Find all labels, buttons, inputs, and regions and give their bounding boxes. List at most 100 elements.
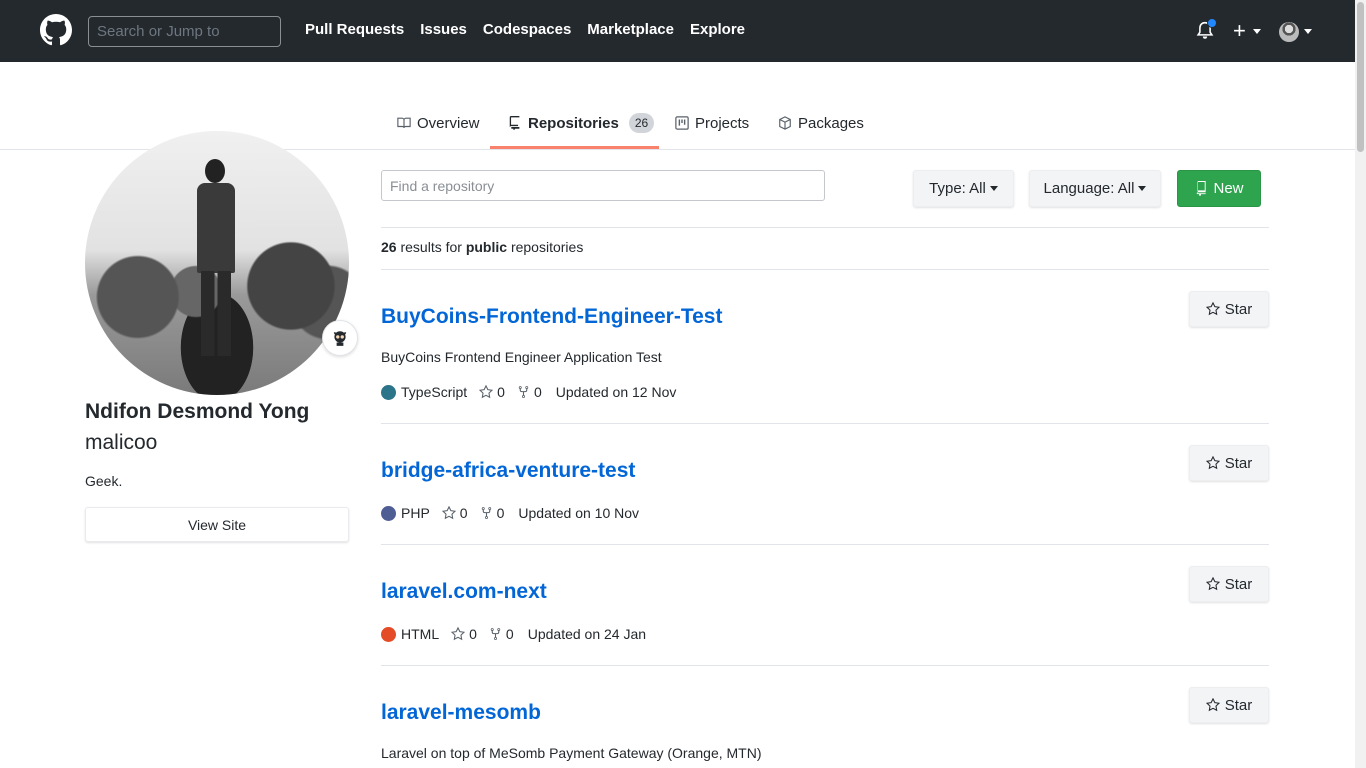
project-icon <box>675 116 689 130</box>
tab-overview[interactable]: Overview <box>397 112 480 134</box>
repo-icon <box>509 116 520 130</box>
tab-repositories-label: Repositories <box>528 114 619 132</box>
divider <box>381 269 1269 270</box>
type-chevron-down-icon <box>989 186 998 191</box>
tab-packages-label: Packages <box>798 114 864 132</box>
nav-codespaces[interactable]: Codespaces <box>483 21 571 38</box>
repo-updated: Updated on 10 Nov <box>518 505 640 521</box>
repo-language: HTML <box>401 626 440 642</box>
top-header: Pull Requests Issues Codespaces Marketpl… <box>0 0 1366 62</box>
tab-packages[interactable]: Packages <box>778 112 864 134</box>
repo-name-link[interactable]: laravel-mesomb <box>381 701 541 725</box>
create-new-plus-icon[interactable]: + <box>1233 20 1246 42</box>
star-label: Star <box>1224 575 1253 593</box>
divider <box>381 423 1269 424</box>
star-button[interactable]: Star <box>1189 291 1269 327</box>
nav-explore[interactable]: Explore <box>690 21 745 38</box>
notification-dot-icon <box>1207 18 1217 28</box>
profile-avatar <box>85 131 349 395</box>
profile-username: malicoo <box>85 431 158 454</box>
create-chevron-down-icon[interactable] <box>1253 29 1261 34</box>
find-repository-input[interactable] <box>381 170 825 201</box>
global-search-input[interactable] <box>88 16 281 47</box>
repo-language: PHP <box>401 505 430 521</box>
repo-forks[interactable]: 0 <box>489 626 514 642</box>
language-color-dot <box>381 505 396 521</box>
divider <box>381 544 1269 545</box>
repo-icon <box>1196 181 1207 196</box>
tab-projects-label: Projects <box>695 114 750 132</box>
package-icon <box>779 116 791 130</box>
repo-forks-count: 0 <box>496 505 505 521</box>
repo-stars[interactable]: 0 <box>451 626 477 642</box>
repo-meta: HTML 0 0 Updated on 24 Jan <box>381 626 646 642</box>
star-icon <box>441 506 456 520</box>
header-nav: Pull Requests Issues Codespaces Marketpl… <box>305 21 745 38</box>
repo-forks[interactable]: 0 <box>517 384 542 400</box>
repo-stars-count: 0 <box>459 505 468 521</box>
language-chevron-down-icon <box>1138 186 1147 191</box>
nav-issues[interactable]: Issues <box>420 21 467 38</box>
new-repository-label: New <box>1213 180 1244 197</box>
language-color-dot <box>381 626 396 642</box>
star-icon <box>451 627 466 641</box>
repo-forks[interactable]: 0 <box>480 505 505 521</box>
octocat-status-icon <box>333 331 347 346</box>
status-badge[interactable] <box>322 320 358 356</box>
repo-forks-count: 0 <box>505 626 514 642</box>
github-logo-icon[interactable] <box>40 14 72 46</box>
repo-forks-count: 0 <box>533 384 542 400</box>
star-icon <box>1205 456 1220 470</box>
repo-description: Laravel on top of MeSomb Payment Gateway… <box>381 745 762 761</box>
star-icon <box>479 385 494 399</box>
results-text-a: results for <box>396 239 466 255</box>
results-count: 26 <box>381 239 397 255</box>
star-button[interactable]: Star <box>1189 566 1269 602</box>
language-color-dot <box>381 384 396 400</box>
language-filter-label: Language: All <box>1043 180 1135 197</box>
results-visibility: public <box>465 239 508 255</box>
results-text-b: repositories <box>507 239 584 255</box>
fork-icon <box>481 507 491 519</box>
tab-overview-label: Overview <box>417 114 480 132</box>
avatar-person <box>197 159 235 359</box>
divider <box>381 665 1269 666</box>
repo-stars[interactable]: 0 <box>441 505 468 521</box>
repo-meta: TypeScript 0 0 Updated on 12 Nov <box>381 384 676 400</box>
fork-icon <box>490 628 501 640</box>
profile-bio: Geek. <box>85 473 123 489</box>
user-avatar-menu[interactable] <box>1279 22 1299 42</box>
profile-full-name: Ndifon Desmond Yong <box>85 400 310 423</box>
repo-name-link[interactable]: BuyCoins-Frontend-Engineer-Test <box>381 305 722 329</box>
star-label: Star <box>1224 300 1253 318</box>
type-filter-label: Type: All <box>929 180 986 197</box>
star-button[interactable]: Star <box>1189 687 1269 723</box>
repo-stars[interactable]: 0 <box>479 384 505 400</box>
scrollbar-thumb[interactable] <box>1357 2 1364 152</box>
new-repository-button[interactable]: New <box>1177 170 1261 207</box>
tab-repositories[interactable]: Repositories 26 <box>508 112 655 134</box>
repo-updated: Updated on 12 Nov <box>555 384 677 400</box>
nav-marketplace[interactable]: Marketplace <box>587 21 674 38</box>
repo-meta: PHP 0 0 Updated on 10 Nov <box>381 505 639 521</box>
star-icon <box>1205 698 1220 712</box>
type-filter-dropdown[interactable]: Type: All <box>913 170 1014 207</box>
repo-name-link[interactable]: bridge-africa-venture-test <box>381 459 635 483</box>
language-filter-dropdown[interactable]: Language: All <box>1029 170 1161 207</box>
repositories-count-badge: 26 <box>628 113 655 133</box>
view-site-button[interactable]: View Site <box>85 507 349 542</box>
star-icon <box>1205 577 1220 591</box>
nav-pull-requests[interactable]: Pull Requests <box>305 21 404 38</box>
results-summary: 26 results for public repositories <box>381 239 583 255</box>
divider <box>381 227 1269 228</box>
book-icon <box>397 117 411 128</box>
star-button[interactable]: Star <box>1189 445 1269 481</box>
fork-icon <box>518 386 529 398</box>
repo-stars-count: 0 <box>497 384 505 400</box>
avatar-chevron-down-icon[interactable] <box>1304 29 1312 34</box>
tab-projects[interactable]: Projects <box>675 112 749 134</box>
star-icon <box>1205 302 1220 316</box>
repo-updated: Updated on 24 Jan <box>527 626 647 642</box>
repo-description: BuyCoins Frontend Engineer Application T… <box>381 349 662 365</box>
repo-name-link[interactable]: laravel.com-next <box>381 580 547 604</box>
